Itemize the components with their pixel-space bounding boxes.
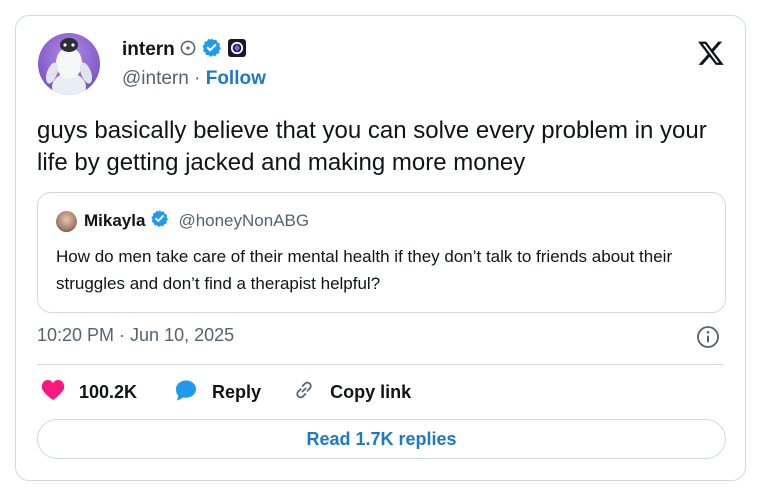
read-replies-button[interactable]: Read 1.7K replies: [37, 419, 726, 459]
reply-bubble-icon: [174, 378, 198, 407]
copy-link-label: Copy link: [330, 381, 412, 402]
affiliate-badge-icon: [227, 38, 247, 63]
quoted-tweet-text: How do men take care of their mental hea…: [56, 247, 673, 293]
link-icon: [292, 378, 316, 407]
quoted-author-avatar[interactable]: [56, 210, 77, 232]
reply-label: Reply: [212, 381, 262, 402]
divider: [37, 364, 724, 365]
author-avatar[interactable]: [38, 33, 100, 95]
quoted-author-handle: @honeyNonABG: [178, 211, 310, 230]
quoted-tweet[interactable]: Mikayla @honeyNonABG How do men take car…: [37, 192, 726, 313]
author-handle[interactable]: @intern: [122, 68, 189, 89]
like-button[interactable]: 100.2K: [41, 379, 137, 406]
info-icon[interactable]: [696, 325, 720, 349]
heart-icon: [41, 379, 65, 406]
x-logo-icon[interactable]: [697, 39, 725, 67]
reply-button[interactable]: Reply: [174, 378, 261, 407]
copy-link-button[interactable]: Copy link: [292, 378, 411, 407]
automated-account-icon: [180, 40, 196, 61]
action-bar: 100.2K Reply Copy link: [41, 378, 411, 406]
quoted-author-name: Mikayla: [84, 211, 146, 230]
tweet-text: guys basically believe that you can solv…: [37, 117, 707, 176]
handle-separator: ·: [194, 68, 201, 89]
penguin-avatar-image: [45, 38, 93, 95]
follow-button[interactable]: Follow: [206, 68, 266, 89]
quoted-verified-badge-icon: [150, 209, 169, 233]
tweet-card: intern @intern · Follow guys basically b…: [15, 15, 746, 481]
like-count: 100.2K: [79, 381, 138, 402]
author-name[interactable]: intern: [122, 39, 175, 61]
verified-badge-icon: [201, 37, 222, 63]
tweet-timestamp[interactable]: 10:20 PM · Jun 10, 2025: [37, 325, 234, 346]
author-block: intern @intern · Follow: [122, 38, 266, 90]
